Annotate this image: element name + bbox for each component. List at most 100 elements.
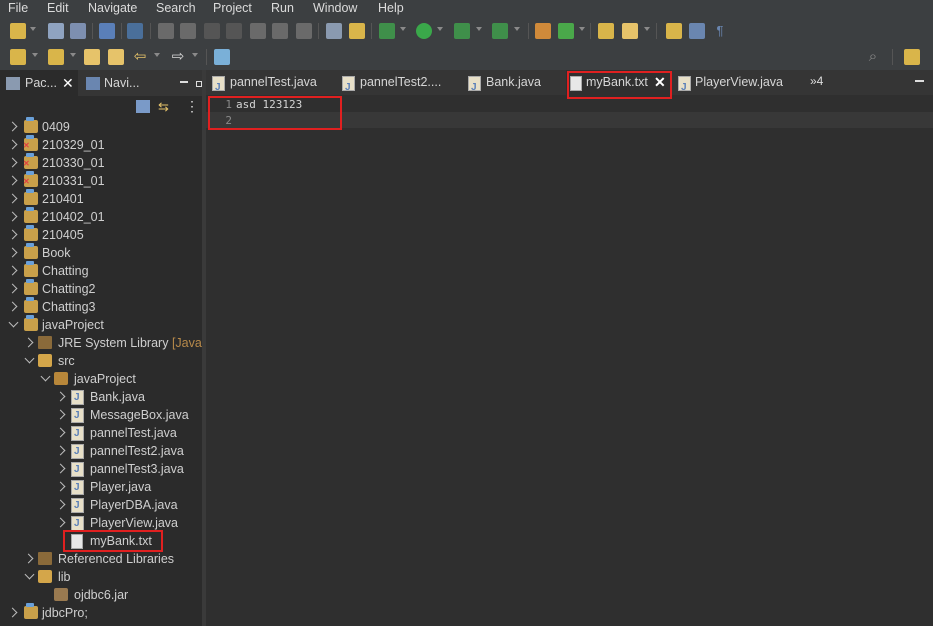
external-tools-icon[interactable] bbox=[492, 23, 508, 39]
chevron-right-icon[interactable] bbox=[23, 337, 34, 348]
chevron-right-icon[interactable] bbox=[55, 463, 66, 474]
tree-item[interactable]: 210405 bbox=[0, 225, 202, 244]
tree-item[interactable]: src bbox=[0, 352, 202, 370]
external-tools-dropdown-icon[interactable] bbox=[514, 27, 520, 31]
collapse-all-icon[interactable] bbox=[136, 100, 150, 113]
terminal-icon[interactable] bbox=[99, 23, 115, 39]
tree-item[interactable]: Book bbox=[0, 243, 202, 262]
view-menu-icon[interactable]: ⋮ bbox=[185, 99, 199, 113]
tree-item[interactable]: Player.java bbox=[0, 478, 202, 497]
chevron-right-icon[interactable] bbox=[7, 301, 18, 312]
tree-item[interactable]: PlayerDBA.java bbox=[0, 496, 202, 515]
pin-editor-icon[interactable] bbox=[214, 49, 230, 65]
tree-item[interactable]: 210331_01 bbox=[0, 171, 202, 191]
coverage-icon[interactable] bbox=[454, 23, 470, 39]
menu-project[interactable]: Project bbox=[213, 1, 252, 15]
coverage-dropdown-icon[interactable] bbox=[476, 27, 482, 31]
chevron-right-icon[interactable] bbox=[23, 553, 34, 564]
open-type-icon[interactable] bbox=[598, 23, 614, 39]
editor-tab[interactable]: pannelTest2.... bbox=[336, 70, 464, 100]
block-selection-icon[interactable] bbox=[689, 23, 705, 39]
tree-item[interactable]: pannelTest3.java bbox=[0, 460, 202, 479]
editor-tab[interactable]: PlayerView.java bbox=[676, 70, 806, 100]
save-icon[interactable] bbox=[48, 23, 64, 39]
forward-dropdown-icon[interactable] bbox=[192, 53, 198, 57]
step-return-icon[interactable] bbox=[296, 23, 312, 39]
text-editor[interactable]: 1 asd 123123 2 bbox=[206, 95, 933, 626]
tree-item[interactable]: Bank.java bbox=[0, 388, 202, 407]
suspend-icon[interactable] bbox=[180, 23, 196, 39]
tree-item[interactable]: Chatting3 bbox=[0, 297, 202, 316]
run-icon[interactable] bbox=[416, 23, 432, 39]
tree-item[interactable]: 210330_01 bbox=[0, 153, 202, 173]
menu-edit[interactable]: Edit bbox=[47, 1, 69, 15]
tree-item[interactable]: 210329_01 bbox=[0, 135, 202, 155]
save-all-icon[interactable] bbox=[70, 23, 86, 39]
chevron-right-icon[interactable] bbox=[7, 175, 18, 186]
chevron-down-icon[interactable] bbox=[8, 317, 19, 328]
tree-item[interactable]: 0409 bbox=[0, 117, 202, 136]
chevron-right-icon[interactable] bbox=[7, 157, 18, 168]
chevron-right-icon[interactable] bbox=[55, 517, 66, 528]
close-icon[interactable]: ✕ bbox=[62, 70, 74, 96]
chevron-right-icon[interactable] bbox=[7, 607, 18, 618]
menu-help[interactable]: Help bbox=[378, 1, 404, 15]
back-arrow-icon[interactable]: ⇦ bbox=[132, 49, 148, 65]
editor-tab[interactable]: Bank.java bbox=[464, 70, 564, 100]
search-icon[interactable]: ⌕ bbox=[865, 49, 881, 65]
show-whitespace-icon[interactable]: ¶ bbox=[712, 23, 728, 39]
chevron-right-icon[interactable] bbox=[7, 283, 18, 294]
next-annotation-dropdown-icon[interactable] bbox=[32, 53, 38, 57]
menu-navigate[interactable]: Navigate bbox=[88, 1, 137, 15]
forward-history-icon[interactable] bbox=[108, 49, 124, 65]
skip-breakpoints-icon[interactable] bbox=[127, 23, 143, 39]
previous-annotation-dropdown-icon[interactable] bbox=[70, 53, 76, 57]
chevron-right-icon[interactable] bbox=[55, 445, 66, 456]
tab-navigator[interactable]: Navi... bbox=[80, 70, 150, 96]
chevron-right-icon[interactable] bbox=[55, 427, 66, 438]
tree-item[interactable]: pannelTest2.java bbox=[0, 442, 202, 461]
menu-run[interactable]: Run bbox=[271, 1, 294, 15]
tree-item[interactable]: Chatting bbox=[0, 261, 202, 280]
new-java-class-icon[interactable] bbox=[558, 23, 574, 39]
tree-item[interactable]: pannelTest.java bbox=[0, 424, 202, 443]
chevron-right-icon[interactable] bbox=[55, 391, 66, 402]
minimize-icon[interactable] bbox=[915, 80, 924, 82]
back-dropdown-icon[interactable] bbox=[154, 53, 160, 57]
forward-arrow-icon[interactable]: ⇨ bbox=[170, 49, 186, 65]
chevron-right-icon[interactable] bbox=[7, 265, 18, 276]
chevron-right-icon[interactable] bbox=[55, 481, 66, 492]
editor-tab[interactable]: pannelTest.java bbox=[206, 70, 334, 100]
tree-item[interactable]: Referenced Libraries bbox=[0, 550, 202, 568]
step-into-icon[interactable] bbox=[250, 23, 266, 39]
new-icon[interactable] bbox=[10, 23, 26, 39]
terminate-icon[interactable] bbox=[204, 23, 220, 39]
tree-item[interactable]: jdbcPro; bbox=[0, 603, 202, 622]
tree-item[interactable]: ojdbc6.jar bbox=[0, 586, 202, 604]
use-step-filters-icon[interactable] bbox=[349, 23, 365, 39]
new-class-dropdown-icon[interactable] bbox=[579, 27, 585, 31]
chevron-right-icon[interactable] bbox=[55, 499, 66, 510]
tree-item[interactable]: javaProject bbox=[0, 315, 202, 334]
next-annotation-icon[interactable] bbox=[10, 49, 26, 65]
menu-search[interactable]: Search bbox=[156, 1, 196, 15]
resume-icon[interactable] bbox=[158, 23, 174, 39]
new-dropdown-icon[interactable] bbox=[30, 27, 36, 31]
link-with-editor-icon[interactable]: ⇆ bbox=[158, 100, 172, 113]
chevron-down-icon[interactable] bbox=[24, 353, 35, 364]
tree-item[interactable]: 210402_01 bbox=[0, 207, 202, 226]
new-java-package-icon[interactable] bbox=[535, 23, 551, 39]
search-pencil-icon[interactable] bbox=[622, 23, 638, 39]
tree-item[interactable]: Chatting2 bbox=[0, 279, 202, 298]
disconnect-icon[interactable] bbox=[226, 23, 242, 39]
tree-item[interactable]: 210401 bbox=[0, 189, 202, 208]
open-console-icon[interactable] bbox=[326, 23, 342, 39]
debug-dropdown-icon[interactable] bbox=[400, 27, 406, 31]
tree-item[interactable]: javaProject bbox=[0, 370, 202, 388]
tree-item[interactable]: JRE System Library [JavaSE bbox=[0, 334, 202, 352]
menu-file[interactable]: File bbox=[8, 1, 28, 15]
chevron-right-icon[interactable] bbox=[7, 229, 18, 240]
chevron-down-icon[interactable] bbox=[40, 371, 51, 382]
search-dropdown-icon[interactable] bbox=[644, 27, 650, 31]
chevron-right-icon[interactable] bbox=[7, 193, 18, 204]
